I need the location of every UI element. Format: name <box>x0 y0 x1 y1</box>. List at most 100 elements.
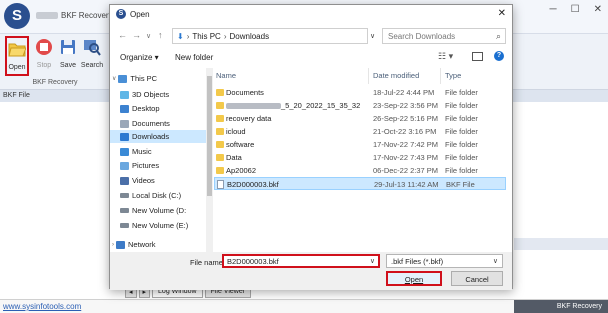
recent-dropdown-icon[interactable]: ∨ <box>146 32 151 40</box>
maximize-button[interactable]: ☐ <box>571 4 580 15</box>
app-title: BKF Recovery <box>36 11 113 20</box>
pictures-icon <box>120 161 129 170</box>
expand-chevron-icon[interactable]: ∨ <box>112 75 116 82</box>
dialog-app-icon: S <box>116 9 126 19</box>
nav-item-documents[interactable]: Documents <box>120 117 206 130</box>
file-list: Name Date modified Type Documents 18-Jul-… <box>214 68 512 252</box>
nav-item-new-volume-e[interactable]: New Volume (E:) <box>120 219 206 232</box>
breadcrumb-separator: › <box>223 32 227 41</box>
forward-arrow-icon[interactable]: → <box>132 30 141 40</box>
open-label: Open <box>8 64 26 71</box>
scrollbar-thumb[interactable] <box>207 76 212 196</box>
nav-item-videos[interactable]: Videos <box>120 174 206 187</box>
open-button[interactable]: Open <box>5 36 29 76</box>
file-row[interactable]: Documents 18-Jul-22 4:44 PM File folder <box>214 86 506 99</box>
file-row-selected[interactable]: B2D000003.bkf 29-Jul-13 11:42 AM BKF File <box>214 177 506 190</box>
view-options-icon[interactable]: ☷ ▾ <box>438 51 453 62</box>
close-button[interactable]: ✕ <box>594 4 602 15</box>
file-name-input[interactable]: B2D000003.bkf ∨ <box>222 254 380 268</box>
command-bar: Organize ▾ New folder ☷ ▾ ? <box>110 48 512 66</box>
dialog-title: Open <box>130 10 150 19</box>
save-label: Save <box>60 62 76 69</box>
folder-icon <box>216 102 224 109</box>
dialog-open-button[interactable]: Open <box>386 271 442 286</box>
file-row[interactable]: Data 17-Nov-22 7:43 PM File folder <box>214 151 506 164</box>
address-dropdown-icon[interactable]: ∨ <box>370 32 375 40</box>
file-type: BKF File <box>446 180 475 189</box>
website-link[interactable]: www.sysinfotools.com <box>3 302 81 311</box>
chevron-down-icon[interactable]: ∨ <box>493 257 498 265</box>
music-icon <box>120 147 129 156</box>
search-label: Search <box>80 62 104 69</box>
column-header-name[interactable]: Name <box>216 71 236 80</box>
new-folder-button[interactable]: New folder <box>175 53 213 62</box>
file-name: Data <box>226 153 242 162</box>
file-row[interactable]: recovery data 26-Sep-22 5:16 PM File folde… <box>214 112 506 125</box>
nav-item-label: Desktop <box>132 104 160 113</box>
column-header-date[interactable]: Date modified <box>373 71 419 80</box>
search-icon: ⌕ <box>495 31 501 41</box>
file-row[interactable]: Ap20062 06-Dec-22 2:37 PM File folder <box>214 164 506 177</box>
file-date: 17-Nov-22 7:43 PM <box>373 153 439 162</box>
nav-item-label: Local Disk (C:) <box>132 191 182 200</box>
open-dialog: S Open ✕ ← → ∨ ↑ ⬇›This PC›Downloads ∨ ↻… <box>109 4 513 290</box>
dialog-close-button[interactable]: ✕ <box>498 8 506 19</box>
up-arrow-icon[interactable]: ↑ <box>158 30 163 40</box>
file-date: 17-Nov-22 7:42 PM <box>373 140 439 149</box>
file-date: 18-Jul-22 4:44 PM <box>373 88 435 97</box>
file-type: File folder <box>445 88 478 97</box>
back-arrow-icon[interactable]: ← <box>118 30 127 40</box>
column-header-type[interactable]: Type <box>445 71 461 80</box>
nav-item-this-pc[interactable]: ∨ This PC <box>112 72 206 85</box>
stop-icon <box>36 39 52 55</box>
minimize-button[interactable]: ─ <box>550 4 557 15</box>
nav-item-pictures[interactable]: Pictures <box>120 159 206 172</box>
pc-icon <box>118 74 128 83</box>
network-icon <box>116 240 125 249</box>
desktop-icon <box>120 104 129 113</box>
column-divider[interactable] <box>368 68 369 84</box>
search-downloads-input[interactable]: Search Downloads ⌕ <box>382 28 506 44</box>
file-row[interactable]: _5_20_2022_15_35_32 23-Sep-22 3:56 PM File… <box>214 99 506 112</box>
file-type-filter-value: .bkf Files (*.bkf) <box>391 257 444 266</box>
disk-icon <box>120 208 129 213</box>
nav-item-label: New Volume (D: <box>132 206 187 215</box>
file-row[interactable]: icloud 21-Oct-22 3:16 PM File folder <box>214 125 506 138</box>
help-icon[interactable]: ? <box>494 51 504 61</box>
nav-item-network[interactable]: › Network <box>112 238 206 251</box>
download-location-icon: ⬇ <box>177 32 184 41</box>
nav-item-music[interactable]: Music <box>120 145 206 158</box>
nav-item-downloads[interactable]: Downloads <box>110 130 206 143</box>
nav-item-local-disk-c[interactable]: Local Disk (C:) <box>120 189 206 202</box>
file-name: _5_20_2022_15_35_32 <box>226 101 360 110</box>
expand-chevron-icon[interactable]: › <box>112 242 114 248</box>
folder-icon <box>216 154 224 161</box>
organize-menu[interactable]: Organize ▾ <box>120 53 159 62</box>
dialog-navbar: ← → ∨ ↑ ⬇›This PC›Downloads ∨ ↻ Search D… <box>110 26 512 46</box>
nav-item-new-volume-d[interactable]: New Volume (D: <box>120 204 206 217</box>
breadcrumb-downloads[interactable]: Downloads <box>230 32 270 41</box>
nav-item-label: New Volume (E:) <box>132 221 189 230</box>
stop-button[interactable]: Stop <box>32 36 56 80</box>
open-button-label: Open <box>404 275 424 284</box>
column-divider[interactable] <box>440 68 441 84</box>
file-date: 23-Sep-22 3:56 PM <box>373 101 439 110</box>
save-button[interactable]: Save <box>56 36 80 80</box>
redacted-brand <box>36 12 58 20</box>
search-button[interactable]: Search <box>80 36 104 80</box>
file-type-filter[interactable]: .bkf Files (*.bkf) ∨ <box>386 254 503 268</box>
nav-item-label: Pictures <box>132 161 160 170</box>
stop-label: Stop <box>36 62 52 69</box>
nav-item-desktop[interactable]: Desktop <box>120 102 206 115</box>
file-row[interactable]: software 17-Nov-22 7:42 PM File folder <box>214 138 506 151</box>
save-icon <box>61 40 75 54</box>
chevron-down-icon[interactable]: ∨ <box>370 257 375 265</box>
breadcrumb-this-pc[interactable]: This PC <box>192 32 220 41</box>
nav-item-3d-objects[interactable]: 3D Objects <box>120 88 206 101</box>
navigation-scrollbar[interactable] <box>206 68 213 252</box>
address-bar[interactable]: ⬇ › This PC › Downloads <box>172 28 368 44</box>
preview-pane-icon[interactable] <box>472 52 483 61</box>
folder-icon <box>216 89 224 96</box>
nav-item-label: This PC <box>130 74 158 83</box>
dialog-cancel-button[interactable]: Cancel <box>451 271 503 286</box>
